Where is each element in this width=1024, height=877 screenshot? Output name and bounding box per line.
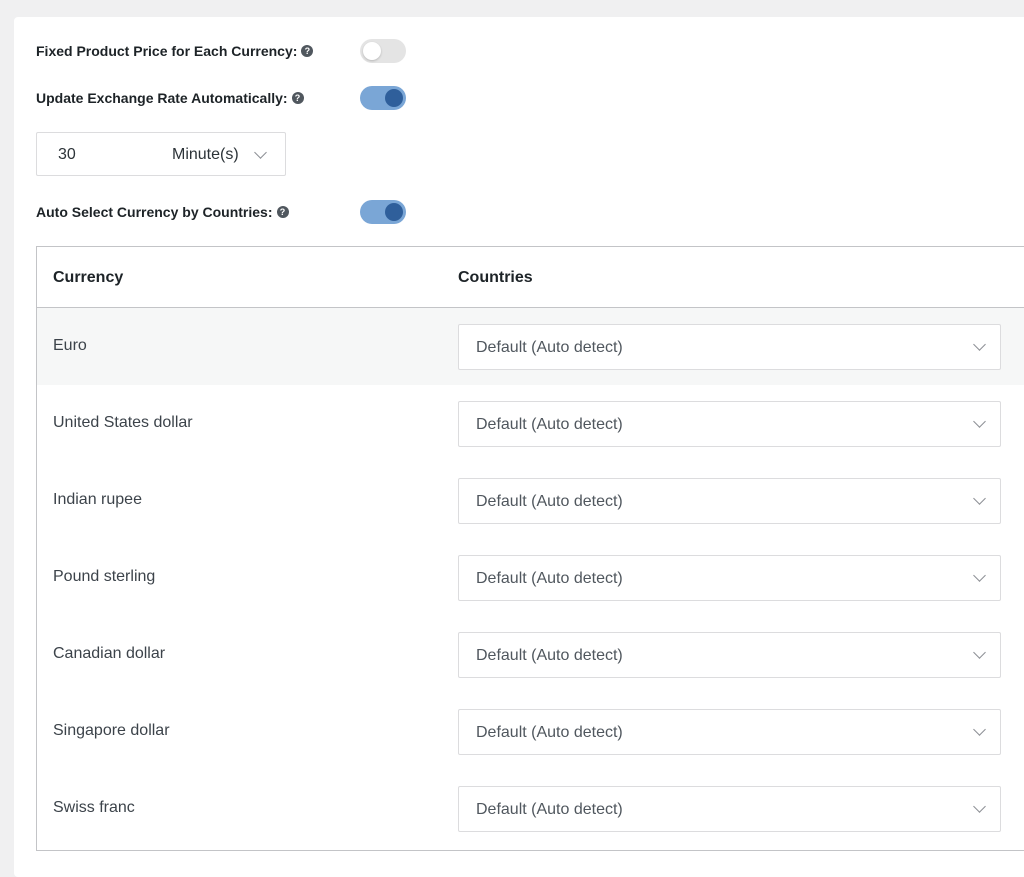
countries-select-value[interactable]: Default (Auto detect)	[476, 416, 623, 434]
help-icon[interactable]: ?	[301, 45, 314, 57]
toggle-knob	[385, 203, 403, 221]
fixed-price-label: Fixed Product Price for Each Currency:	[36, 43, 298, 59]
countries-select[interactable]: Default (Auto detect)	[458, 555, 1001, 601]
table-row: Singapore dollar Default (Auto detect)	[37, 693, 1024, 770]
countries-select[interactable]: Default (Auto detect)	[458, 632, 1001, 678]
table-row: Canadian dollar Default (Auto detect)	[37, 616, 1024, 693]
currency-name: United States dollar	[53, 414, 193, 431]
chevron-down-icon[interactable]	[973, 723, 986, 736]
table-row: United States dollar Default (Auto detec…	[37, 385, 1024, 462]
chevron-down-icon[interactable]	[973, 338, 986, 351]
chevron-down-icon[interactable]	[254, 146, 267, 159]
countries-select-value[interactable]: Default (Auto detect)	[476, 570, 623, 588]
auto-select-setting: Auto Select Currency by Countries: ?	[36, 200, 289, 224]
chevron-down-icon[interactable]	[973, 415, 986, 428]
currency-name: Canadian dollar	[53, 645, 166, 662]
table-row: Indian rupee Default (Auto detect)	[37, 462, 1024, 539]
table-header: Currency Countries	[37, 247, 1024, 308]
help-icon[interactable]: ?	[291, 92, 304, 104]
interval-value[interactable]: 30	[58, 146, 76, 164]
countries-select-value[interactable]: Default (Auto detect)	[476, 801, 623, 819]
currency-column-header: Currency	[53, 269, 124, 286]
update-interval-select[interactable]: 30 Minute(s)	[36, 132, 286, 176]
countries-select[interactable]: Default (Auto detect)	[458, 401, 1001, 447]
chevron-down-icon[interactable]	[973, 569, 986, 582]
currency-name: Indian rupee	[53, 491, 142, 508]
currency-countries-table: Currency Countries Euro Default (Auto de…	[36, 246, 1024, 851]
table-row: Euro Default (Auto detect)	[37, 308, 1024, 385]
update-rate-label: Update Exchange Rate Automatically:	[36, 90, 288, 106]
auto-select-toggle[interactable]	[360, 200, 406, 224]
chevron-down-icon[interactable]	[973, 800, 986, 813]
toggle-knob	[385, 89, 403, 107]
fixed-price-toggle[interactable]	[360, 39, 406, 63]
chevron-down-icon[interactable]	[973, 492, 986, 505]
currency-name: Pound sterling	[53, 568, 156, 585]
currency-name: Singapore dollar	[53, 722, 170, 739]
table-row: Pound sterling Default (Auto detect)	[37, 539, 1024, 616]
countries-column-header: Countries	[458, 269, 533, 286]
fixed-price-setting: Fixed Product Price for Each Currency: ?	[36, 39, 314, 63]
interval-unit[interactable]: Minute(s)	[172, 146, 239, 164]
countries-select-value[interactable]: Default (Auto detect)	[476, 647, 623, 665]
countries-select[interactable]: Default (Auto detect)	[458, 324, 1001, 370]
update-rate-setting: Update Exchange Rate Automatically: ?	[36, 86, 304, 110]
countries-select[interactable]: Default (Auto detect)	[458, 709, 1001, 755]
countries-select-value[interactable]: Default (Auto detect)	[476, 493, 623, 511]
update-rate-toggle[interactable]	[360, 86, 406, 110]
currency-name: Euro	[53, 337, 87, 354]
countries-select-value[interactable]: Default (Auto detect)	[476, 339, 623, 357]
table-row: Swiss franc Default (Auto detect)	[37, 770, 1024, 847]
countries-select[interactable]: Default (Auto detect)	[458, 786, 1001, 832]
help-icon[interactable]: ?	[276, 206, 289, 218]
auto-select-label: Auto Select Currency by Countries:	[36, 204, 273, 220]
settings-panel: Fixed Product Price for Each Currency: ?…	[14, 17, 1024, 877]
countries-select-value[interactable]: Default (Auto detect)	[476, 724, 623, 742]
chevron-down-icon[interactable]	[973, 646, 986, 659]
toggle-knob	[363, 42, 381, 60]
currency-name: Swiss franc	[53, 799, 135, 816]
countries-select[interactable]: Default (Auto detect)	[458, 478, 1001, 524]
